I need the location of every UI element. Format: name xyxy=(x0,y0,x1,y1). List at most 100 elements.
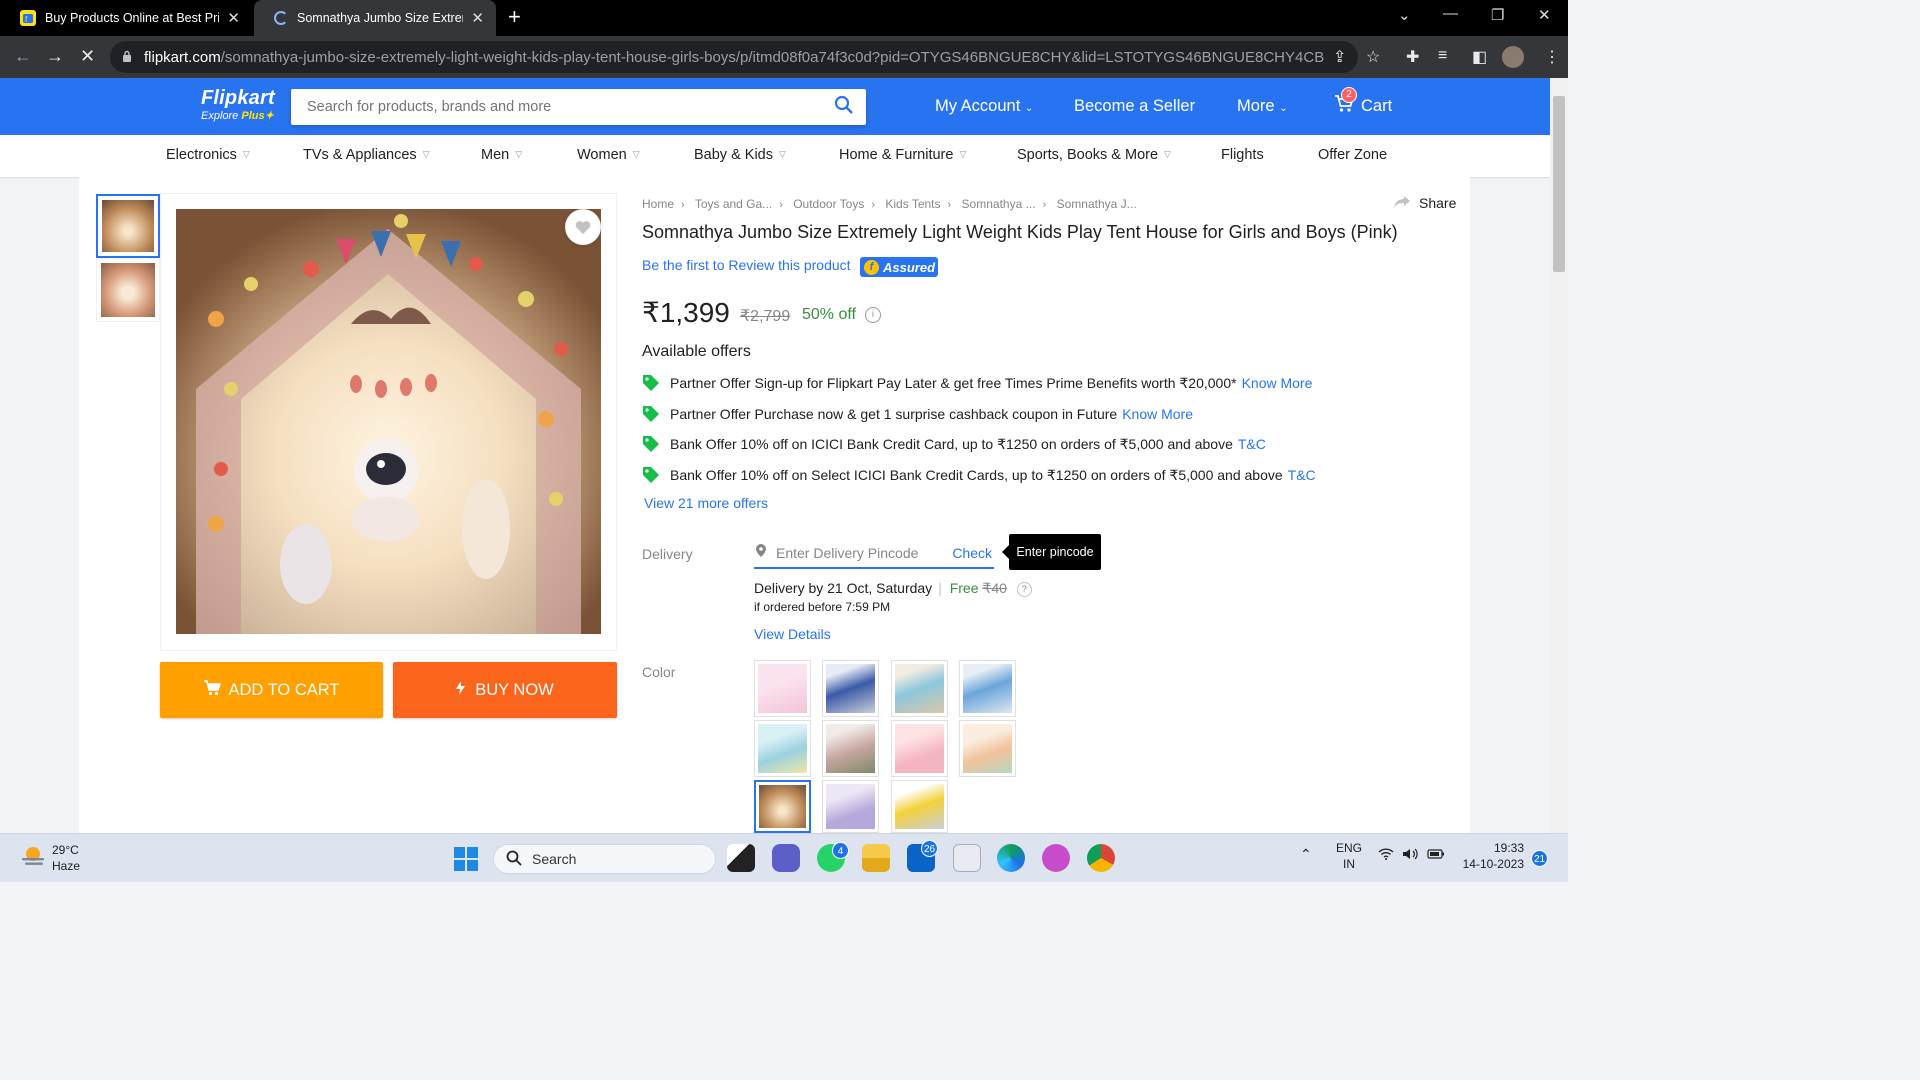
buy-now-label: BUY NOW xyxy=(475,680,554,699)
offer-know-more-link[interactable]: Know More xyxy=(1122,406,1193,422)
media-control-icon[interactable]: ≡ xyxy=(1438,47,1447,65)
product-main-image[interactable] xyxy=(176,209,601,634)
breadcrumb-item[interactable]: Toys and Ga... xyxy=(695,197,772,211)
search-icon xyxy=(506,850,522,869)
check-pincode-button[interactable]: Check xyxy=(952,545,992,561)
pincode-field[interactable]: Enter Delivery Pincode Check xyxy=(754,538,994,569)
chevron-right-icon: › xyxy=(871,199,876,211)
color-swatch[interactable] xyxy=(754,660,811,717)
forward-arrow-icon[interactable]: → xyxy=(46,46,64,67)
offer-item: Partner Offer Purchase now & get 1 surpr… xyxy=(642,405,1193,423)
share-button[interactable]: Share xyxy=(1394,195,1456,211)
taskbar-search[interactable]: Search xyxy=(493,844,716,874)
category-sports-books[interactable]: Sports, Books & More ▽ xyxy=(1017,147,1171,163)
site-header: Flipkart Explore Plus✦ Search for produc… xyxy=(0,78,1550,135)
task-view-icon[interactable] xyxy=(727,844,755,872)
new-tab-plus-icon[interactable]: + xyxy=(508,4,521,30)
offer-tnc-link[interactable]: T&C xyxy=(1238,436,1266,452)
language-indicator[interactable]: ENG IN xyxy=(1336,840,1362,872)
color-swatch[interactable] xyxy=(891,780,948,833)
offer-know-more-link[interactable]: Know More xyxy=(1242,375,1313,391)
weather-widget[interactable]: 29°C Haze xyxy=(20,842,80,874)
category-electronics[interactable]: Electronics ▽ xyxy=(166,147,250,163)
notepad-icon[interactable] xyxy=(953,844,981,872)
color-swatch[interactable] xyxy=(959,720,1016,777)
breadcrumb-item[interactable]: Home xyxy=(642,197,674,211)
info-icon[interactable]: i xyxy=(865,307,881,323)
color-swatch[interactable] xyxy=(822,780,879,833)
color-swatch[interactable] xyxy=(891,720,948,777)
color-swatch[interactable] xyxy=(822,720,879,777)
wps-office-icon[interactable] xyxy=(1042,844,1070,872)
add-to-cart-button[interactable]: ADD TO CART xyxy=(160,662,383,718)
back-arrow-icon[interactable]: ← xyxy=(14,46,32,67)
color-swatch-selected[interactable] xyxy=(754,780,811,833)
help-question-icon[interactable]: ? xyxy=(1016,582,1032,597)
category-men[interactable]: Men ▽ xyxy=(481,147,522,163)
clock[interactable]: 19:33 14-10-2023 xyxy=(1460,840,1524,872)
browser-tab[interactable]: f Buy Products Online at Best Pric ✕ xyxy=(0,0,252,36)
lock-icon xyxy=(122,50,132,65)
scrollbar-thumb[interactable] xyxy=(1553,96,1565,272)
category-flights[interactable]: Flights xyxy=(1221,147,1264,163)
breadcrumb-item[interactable]: Somnathya ... xyxy=(962,197,1036,211)
chrome-icon[interactable] xyxy=(1087,844,1115,872)
my-account-menu[interactable]: My Account ⌄ xyxy=(935,97,1033,116)
color-swatch[interactable] xyxy=(959,660,1016,717)
show-hidden-icons-chevron-icon[interactable]: ⌃ xyxy=(1300,846,1312,862)
offer-tnc-link[interactable]: T&C xyxy=(1288,467,1316,483)
thumbnail-1[interactable] xyxy=(96,194,160,258)
extensions-puzzle-icon[interactable]: ✚ xyxy=(1406,47,1419,67)
color-swatch[interactable] xyxy=(822,660,879,717)
breadcrumb-item[interactable]: Outdoor Toys xyxy=(793,197,864,211)
teams-icon[interactable] xyxy=(772,844,800,872)
category-offer-zone[interactable]: Offer Zone xyxy=(1318,147,1387,163)
battery-icon[interactable] xyxy=(1427,848,1445,864)
delivery-free: Free xyxy=(949,580,979,596)
close-tab-icon[interactable]: ✕ xyxy=(227,9,240,27)
wifi-icon[interactable] xyxy=(1378,848,1394,864)
side-panel-icon[interactable]: ◧ xyxy=(1472,47,1487,67)
view-more-offers-link[interactable]: View 21 more offers xyxy=(644,495,768,511)
volume-icon[interactable] xyxy=(1402,848,1418,864)
search-icon[interactable] xyxy=(834,95,854,119)
edge-icon[interactable] xyxy=(997,844,1025,872)
category-baby-kids[interactable]: Baby & Kids ▽ xyxy=(694,147,786,163)
windows-start-icon[interactable] xyxy=(453,846,479,872)
share-page-icon[interactable]: ⇪ xyxy=(1333,47,1346,67)
tab-search-chevron-icon[interactable]: ⌄ xyxy=(1398,6,1411,24)
stop-loading-icon[interactable]: ✕ xyxy=(80,46,95,67)
flipkart-logo[interactable]: Flipkart Explore Plus✦ xyxy=(201,87,275,122)
chrome-menu-icon[interactable]: ⋮ xyxy=(1544,47,1560,67)
file-explorer-icon[interactable] xyxy=(862,844,890,872)
review-link[interactable]: Be the first to Review this product xyxy=(642,257,851,273)
wishlist-heart-icon[interactable] xyxy=(565,209,601,245)
color-swatch[interactable] xyxy=(754,720,811,777)
chevron-down-icon: ▽ xyxy=(1164,149,1171,159)
category-home-furniture[interactable]: Home & Furniture ▽ xyxy=(839,147,966,163)
profile-avatar[interactable] xyxy=(1502,46,1524,68)
search-input[interactable]: Search for products, brands and more xyxy=(291,89,866,125)
color-swatch[interactable] xyxy=(891,660,948,717)
bookmark-star-icon[interactable]: ☆ xyxy=(1366,47,1380,67)
restore-icon[interactable]: ❐ xyxy=(1491,6,1504,24)
product-thumbnail-image xyxy=(102,200,154,252)
offer-tag-icon xyxy=(643,467,659,483)
become-seller-link[interactable]: Become a Seller xyxy=(1074,97,1195,116)
breadcrumb-item[interactable]: Kids Tents xyxy=(885,197,940,211)
buy-now-button[interactable]: BUY NOW xyxy=(393,662,617,718)
offer-text: Bank Offer 10% off on Select ICICI Bank … xyxy=(670,466,1283,483)
view-details-link[interactable]: View Details xyxy=(754,626,831,642)
thumbnail-2[interactable] xyxy=(96,258,160,322)
address-bar[interactable]: flipkart.com/somnathya-jumbo-size-extrem… xyxy=(110,41,1358,73)
chevron-down-icon: ▽ xyxy=(632,149,640,159)
more-menu[interactable]: More ⌄ xyxy=(1237,97,1288,116)
notification-badge[interactable]: 21 xyxy=(1531,850,1548,867)
offer-item: Bank Offer 10% off on Select ICICI Bank … xyxy=(642,466,1316,484)
close-window-icon[interactable]: ✕ xyxy=(1538,6,1551,24)
category-women[interactable]: Women ▽ xyxy=(577,147,640,163)
close-tab-icon[interactable]: ✕ xyxy=(471,9,484,27)
browser-tab-active[interactable]: Somnathya Jumbo Size Extremel ✕ xyxy=(254,0,496,36)
category-tvs-appliances[interactable]: TVs & Appliances ▽ xyxy=(303,147,430,163)
minimize-icon[interactable]: — xyxy=(1443,5,1458,22)
